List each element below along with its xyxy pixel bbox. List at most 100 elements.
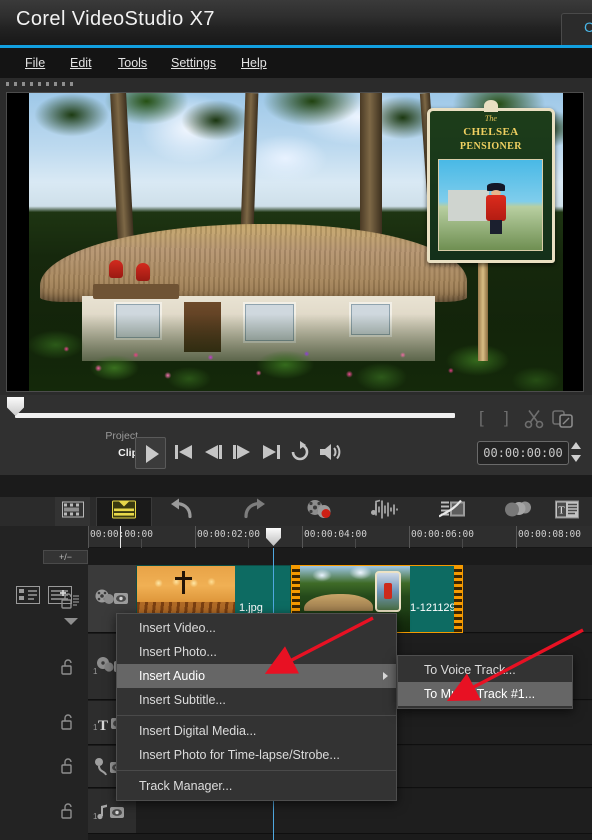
mark-in-bracket-icon: [ [479,408,484,427]
menu-separator [117,770,396,771]
timeline-ruler[interactable]: 00:00:00:00 00:00:02:00 00:00:04:00 00:0… [88,526,592,548]
menu-separator [117,715,396,716]
menu-insert-photo[interactable]: Insert Photo... [117,640,396,664]
capture-button[interactable] [552,409,574,434]
app-title: Corel VideoStudio X7 [16,8,215,30]
mark-in-button[interactable]: [ [479,408,484,428]
title-track-1-lock[interactable] [60,714,80,735]
audio-mixer-button[interactable] [357,497,415,527]
timeline-view-button[interactable] [96,497,152,527]
multi-trim-button[interactable] [491,497,549,527]
grab-dots-icon [6,82,76,86]
home-button[interactable] [172,441,196,463]
prev-frame-icon [205,445,222,459]
menu-item-help[interactable]: Help [236,53,272,73]
repeat-button[interactable] [288,441,312,463]
pub-sign: The CHELSEA PENSIONER [426,100,555,263]
storyboard-view-button[interactable] [55,497,90,527]
submenu-arrow-icon [383,672,388,680]
previous-frame-button[interactable] [201,441,225,463]
lock-open-icon [61,714,72,730]
title-safe-button[interactable]: T [547,497,587,527]
menu-track-manager-label: Track Manager... [139,779,233,793]
menu-item-edit[interactable]: Edit [65,53,97,73]
menu-insert-digital-media-label: Insert Digital Media... [139,724,257,738]
timecode-field[interactable]: 00:00:00:00 [477,441,569,465]
menu-insert-audio[interactable]: Insert Audio [117,664,396,688]
menu-insert-timelapse-label: Insert Photo for Time-lapse/Strobe... [139,748,340,762]
ruler-tick-label: 00:00:04:00 [304,529,367,540]
voice-track-lock[interactable] [60,758,80,779]
overlay-track-1-lock[interactable] [60,659,80,680]
end-button[interactable] [259,441,283,463]
cross-decoration [175,571,193,594]
submenu-to-voice-track-label: To Voice Track... [424,663,516,677]
mark-out-button[interactable]: ] [504,408,509,428]
text-box-icon: T [555,500,579,524]
menu-item-settings[interactable]: Settings [166,53,221,73]
menu-settings-label: Settings [171,56,217,70]
scissors-icon [524,410,544,429]
timecode-down-icon[interactable] [571,455,581,462]
next-frame-icon [233,445,250,459]
title-bar: Corel VideoStudio X7 [0,0,592,45]
mode-project-label[interactable]: Project [105,430,138,442]
reels-record-icon [305,499,333,526]
menu-insert-video-label: Insert Video... [139,621,216,635]
menu-insert-digital-media[interactable]: Insert Digital Media... [117,719,396,743]
chevron-down-icon [64,618,78,625]
chelsea-pensioner-figure [485,183,508,234]
mark-out-bracket-icon: ] [504,408,509,427]
preview-image: The CHELSEA PENSIONER [29,93,563,391]
video-track-lock[interactable] [60,593,80,614]
menu-file-label: File [25,56,46,70]
lock-open-icon [61,803,72,819]
video-track-collapse[interactable] [62,614,82,632]
volume-button[interactable] [317,441,341,463]
person-in-red [109,259,124,278]
garden-bench [93,283,179,299]
redo-button[interactable] [223,497,281,527]
menu-insert-timelapse[interactable]: Insert Photo for Time-lapse/Strobe... [117,743,396,767]
timeline-context-menu: Insert Video... Insert Photo... Insert A… [116,613,397,801]
record-capture-button[interactable] [290,497,348,527]
preview-panel: The CHELSEA PENSIONER [0,90,592,395]
pub-sign-artwork [438,158,544,251]
menu-item-file[interactable]: File [20,53,50,73]
menu-insert-video[interactable]: Insert Video... [117,616,396,640]
music-track-1-lock[interactable] [60,803,80,824]
undo-button[interactable] [155,497,213,527]
timecode-up-icon[interactable] [571,442,581,449]
scrubber-row[interactable] [0,395,470,425]
preview-frame[interactable]: The CHELSEA PENSIONER [6,92,584,392]
menu-item-tools[interactable]: Tools [113,53,152,73]
insert-track-button[interactable] [16,586,40,604]
timecode-stepper[interactable] [570,440,582,466]
next-frame-button[interactable] [230,441,254,463]
split-button[interactable] [524,409,544,434]
submenu-to-music-track-1[interactable]: To Music Track #1... [398,682,572,706]
play-button[interactable] [135,437,166,469]
menu-tools-label: Tools [118,56,148,70]
ruler-tick-label: 00:00:00:00 [90,529,153,540]
timeline-playhead-handle[interactable] [266,528,281,546]
lock-open-icon [61,593,79,609]
top-right-panel[interactable]: C [561,13,592,45]
menu-insert-subtitle-label: Insert Subtitle... [139,693,226,707]
undo-icon [171,498,197,526]
ruler-tick-label: 00:00:06:00 [411,529,474,540]
insert-audio-submenu: To Voice Track... To Music Track #1... [397,655,573,709]
menu-track-manager[interactable]: Track Manager... [117,774,396,798]
figure-red-coat [486,195,506,222]
menu-insert-subtitle[interactable]: Insert Subtitle... [117,688,396,712]
track-visibility-options[interactable]: +/− [43,550,88,564]
menu-insert-audio-label: Insert Audio [139,669,206,683]
submenu-to-voice-track[interactable]: To Voice Track... [398,658,572,682]
menu-help-label: Help [241,56,267,70]
scrubber-track[interactable] [15,413,455,418]
copy-icon [552,410,573,428]
panel-grab-strip[interactable] [0,78,592,90]
play-icon [146,445,159,463]
menu-insert-photo-label: Insert Photo... [139,645,217,659]
batch-convert-button[interactable] [424,497,482,527]
